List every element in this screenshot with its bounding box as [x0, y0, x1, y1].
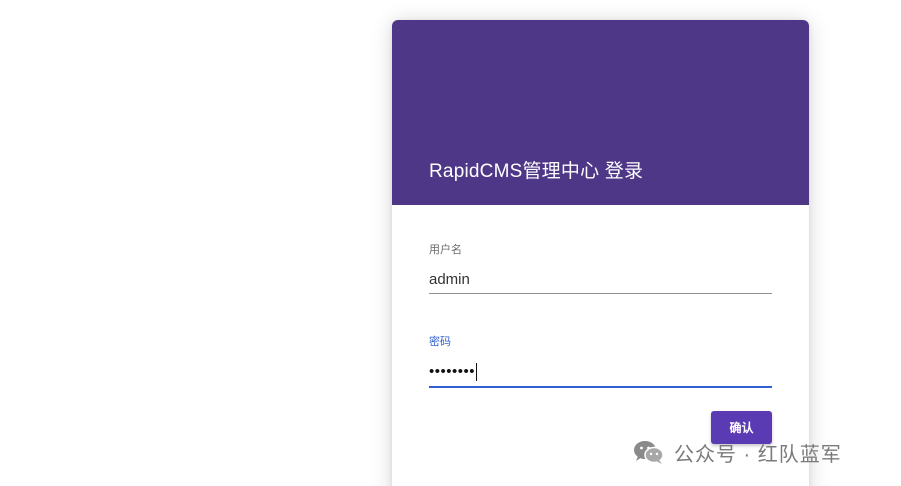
username-input[interactable] [429, 266, 772, 294]
page: RapidCMS管理中心 登录 用户名 密码 •••••••• 确认 公众号 ·… [0, 0, 901, 486]
password-masked-value: •••••••• [429, 362, 478, 382]
watermark-text: 公众号 · 红队蓝军 [674, 443, 842, 466]
text-caret [476, 363, 478, 382]
login-title: RapidCMS管理中心 登录 [429, 161, 644, 182]
login-card: RapidCMS管理中心 登录 用户名 密码 •••••••• 确认 [392, 20, 809, 486]
username-field: 用户名 [429, 243, 772, 294]
watermark: 公众号 · 红队蓝军 [632, 437, 842, 467]
username-label: 用户名 [429, 244, 462, 256]
password-dots: •••••••• [429, 363, 476, 380]
password-label: 密码 [429, 336, 451, 348]
login-card-header: RapidCMS管理中心 登录 [392, 20, 809, 205]
password-field: 密码 •••••••• [429, 335, 772, 388]
password-input[interactable]: •••••••• [429, 358, 772, 388]
wechat-icon [634, 441, 664, 464]
